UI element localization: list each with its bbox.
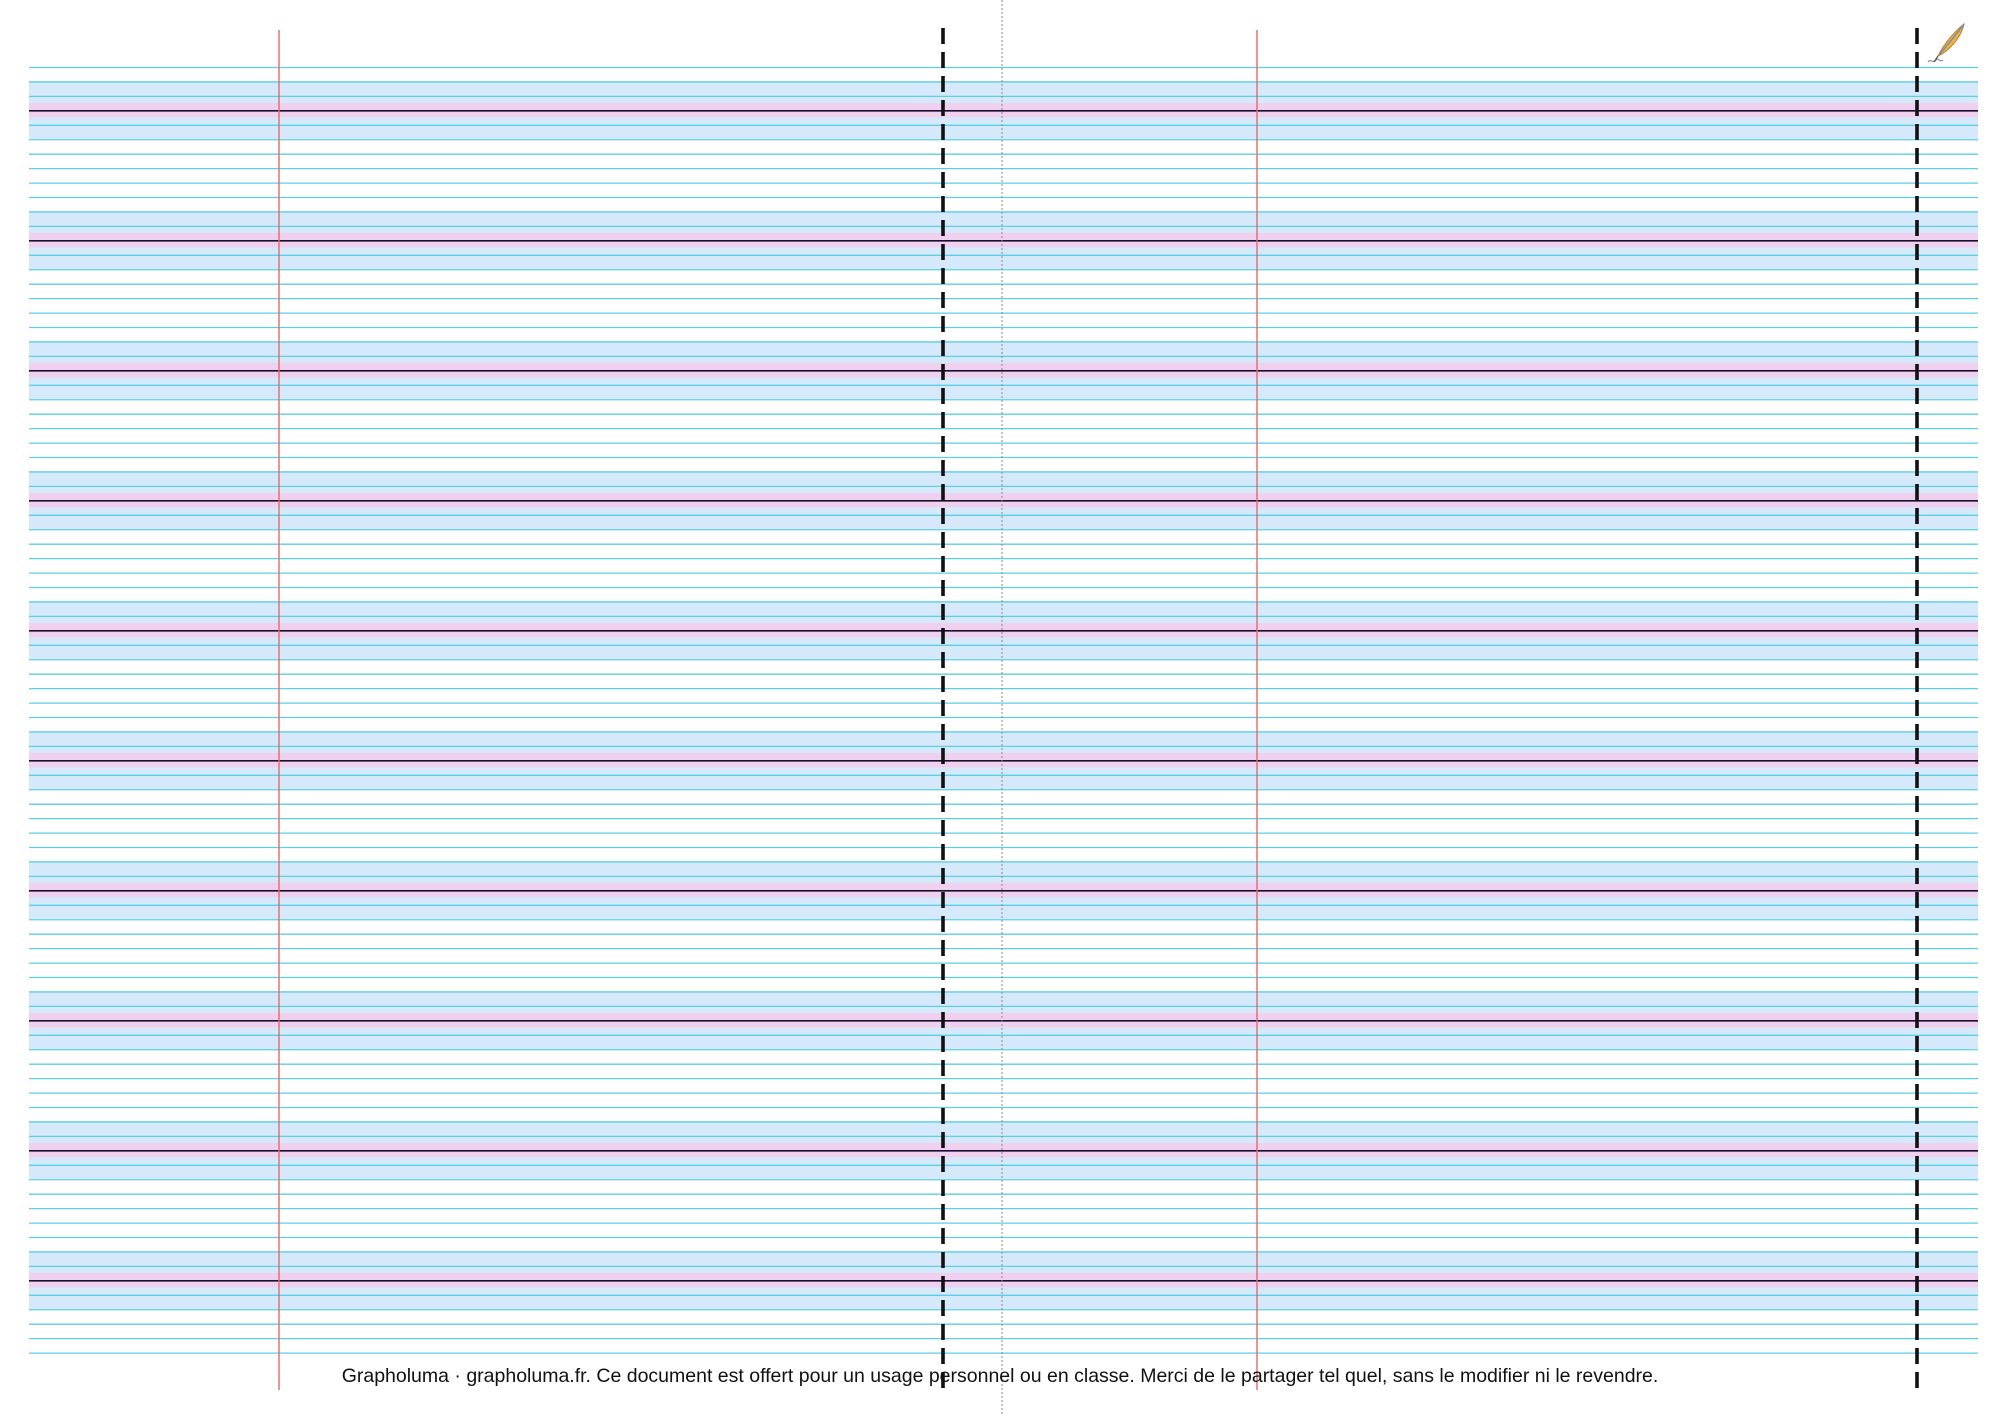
footer-note: Grapholuma · grapholuma.fr. Ce document …	[341, 1365, 1659, 1387]
ruled-sheet	[29, 0, 1978, 1414]
quill-pen-icon	[1927, 22, 1965, 63]
writing-bands	[29, 81, 1978, 1310]
